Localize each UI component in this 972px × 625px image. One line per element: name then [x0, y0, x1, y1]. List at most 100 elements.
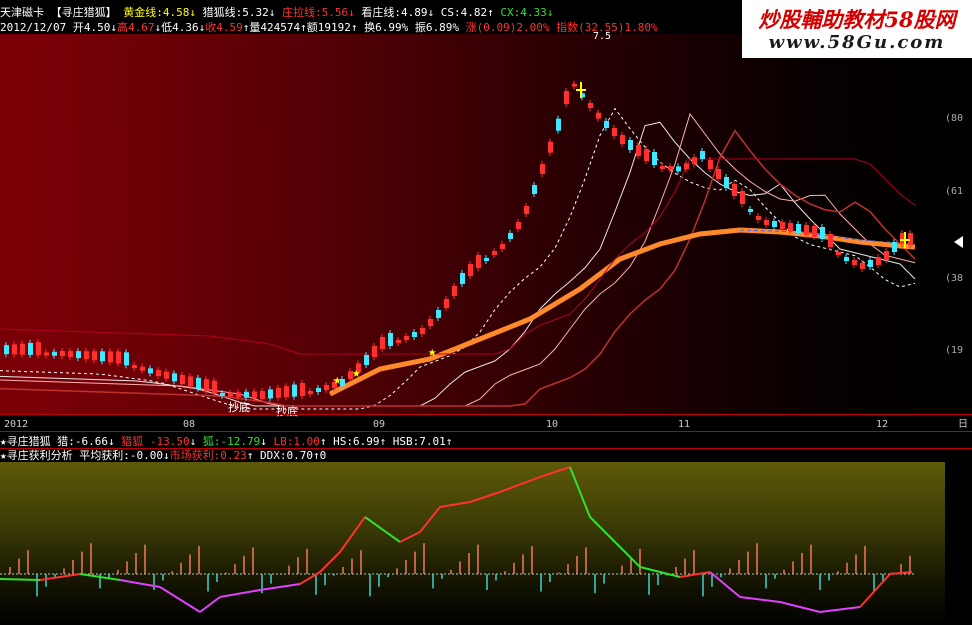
volume-value: 424574: [260, 21, 301, 34]
candle-body: [316, 388, 321, 392]
candle-body: [668, 166, 673, 171]
gold-line-value: 4.58: [162, 6, 190, 19]
candle-body: [308, 391, 313, 394]
candle-body: [708, 160, 713, 169]
lie-value: -6.66: [74, 435, 108, 448]
cs-arrow: ↑: [487, 6, 494, 19]
close-value: 4.59: [216, 21, 243, 34]
candle-body: [196, 377, 201, 389]
ma-line-white: [0, 121, 916, 407]
candle-body: [428, 319, 433, 326]
volume-label: 量: [249, 21, 261, 34]
right-axis-label: (80: [945, 113, 964, 124]
candle-body: [868, 260, 873, 267]
candle-body: [412, 332, 417, 337]
candle-body: [68, 351, 73, 358]
index-pct: 1.80%: [624, 21, 658, 34]
osc2-title[interactable]: 寻庄获利分析: [7, 449, 73, 462]
ma-line-red: [0, 129, 916, 407]
oscillator-line-segment: [364, 516, 401, 543]
oscillator-header-2: ★寻庄获利分析 平均获利:-0.00↓市场获利:0.23↑ DDX:0.70↑0: [0, 449, 326, 462]
market-profit-value: 0.23: [220, 449, 247, 462]
star-icon: ★: [0, 449, 7, 462]
date-axis-label: 2012: [4, 419, 29, 430]
candle-body: [892, 242, 897, 252]
osc1-title[interactable]: 寻庄猎狐: [7, 435, 51, 448]
candle-body: [444, 299, 449, 308]
candle-body: [292, 384, 297, 397]
candle-body: [700, 151, 705, 159]
watermark-title: 炒股輔助教材58股网: [758, 7, 956, 32]
candle-body: [844, 257, 849, 261]
candle-body: [364, 355, 369, 365]
candle-body: [268, 389, 273, 399]
candle-body: [100, 351, 105, 362]
lb-value: 1.00: [293, 435, 320, 448]
cx-value: 4.33: [520, 6, 547, 19]
candle-body: [60, 351, 65, 356]
candle-body: [740, 191, 745, 204]
ddx-value: 0.70: [286, 449, 314, 462]
cao-label: 猎狐: [121, 435, 144, 448]
candlestick-svg: ★ ★ ★: [0, 80, 916, 410]
cx-arrow: ↓: [546, 6, 554, 19]
candle-body: [124, 352, 129, 366]
ma-dashed-line: [0, 107, 916, 410]
candle-body: [380, 337, 385, 349]
candle-body: [252, 391, 257, 399]
indicator-name[interactable]: 【寻庄猎狐】: [51, 6, 117, 19]
candle-body: [796, 224, 801, 233]
candle-body: [500, 244, 505, 249]
candle-body: [716, 169, 721, 179]
candlestick-chart[interactable]: ★ ★ ★ 7.5 抄底 抄底: [0, 31, 945, 418]
oscillator-line-segment: [709, 571, 741, 598]
oscillator-line-segment: [499, 476, 541, 493]
date-axis-label: 12: [876, 419, 889, 430]
fox-line-value: 5.32: [242, 6, 269, 19]
candle-body: [372, 346, 377, 357]
candle-body: [324, 385, 329, 390]
candle-body: [132, 365, 137, 368]
candle-body: [180, 375, 185, 384]
candle-body: [260, 391, 265, 399]
candle-body: [460, 273, 465, 284]
amplitude-value: 6.89%: [425, 21, 459, 34]
candle-body: [820, 227, 825, 239]
candle-body: [284, 386, 289, 398]
candle-body: [692, 157, 697, 165]
candle-body: [516, 222, 521, 229]
candle-body: [172, 373, 177, 382]
candle-body: [300, 383, 305, 396]
watch-line-arrow: ↓: [427, 6, 435, 19]
hsb-label: HSB:: [392, 435, 420, 448]
peak-price-label: 7.5: [593, 31, 612, 42]
candle-body: [92, 351, 97, 361]
candle-body: [524, 206, 529, 214]
oscillator-svg: [0, 466, 915, 613]
oscillator-line-segment: [219, 589, 261, 598]
oscillator-line-segment: [319, 551, 341, 573]
candle-body: [4, 345, 9, 355]
oscillator-line-segment: [739, 596, 781, 603]
oscillator-line-segment: [0, 578, 41, 581]
quote-bar: 2012/12/07 开4.50↓高4.67↓低4.36↓收4.59↑量4245…: [0, 21, 658, 34]
indicator-header: 天津磁卡 【寻庄猎狐】 黄金线:4.58↓ 猎狐线:5.32↓ 庄拉线:5.56…: [0, 6, 553, 19]
candle-body: [756, 216, 761, 220]
candle-body: [244, 391, 249, 398]
fox-line-label: 猎狐线:: [202, 6, 243, 19]
oscillator-chart[interactable]: [0, 462, 945, 625]
high-label: 高: [116, 21, 128, 34]
hu-arrow: ↓: [260, 435, 267, 448]
candle-body: [396, 340, 401, 343]
candle-body: [188, 376, 193, 387]
amount-value: 19192: [317, 21, 351, 34]
oscillator-line-segment: [259, 583, 301, 591]
candle-body: [44, 352, 49, 356]
oscillator-line-segment: [469, 491, 501, 503]
candle-body: [468, 264, 473, 276]
amount-arrow: ↑: [350, 21, 358, 34]
candle-body: [220, 393, 225, 396]
candle-body: [116, 351, 121, 364]
gold-line-arrow: ↓: [189, 6, 196, 19]
candle-body: [228, 392, 233, 397]
